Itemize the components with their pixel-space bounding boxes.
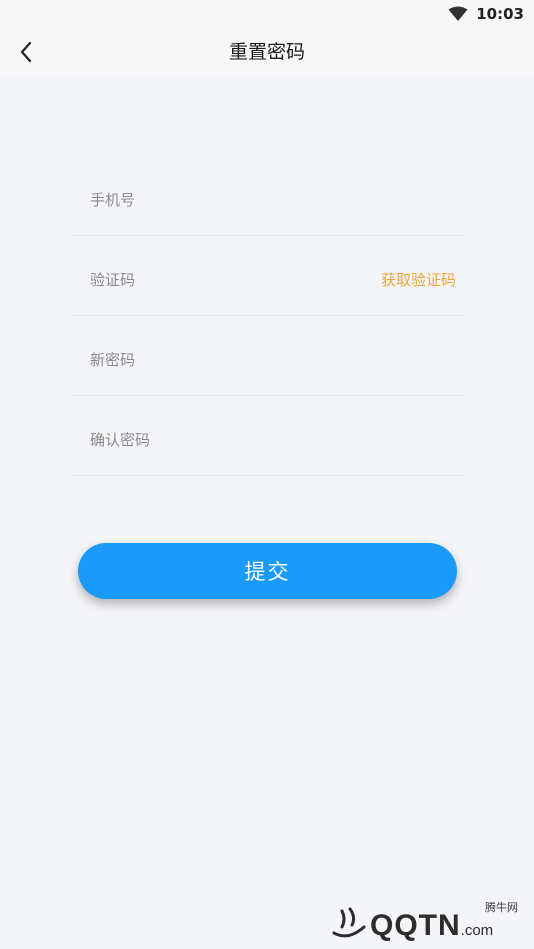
verification-code-input[interactable]: [90, 264, 350, 296]
watermark-brand: QQTN.com: [370, 911, 493, 946]
get-code-button[interactable]: 获取验证码: [381, 264, 456, 296]
new-password-row: [70, 316, 464, 396]
confirm-password-row: [70, 396, 464, 476]
confirm-password-input[interactable]: [90, 424, 350, 456]
phone-row: [70, 156, 464, 236]
code-row: 获取验证码: [70, 236, 464, 316]
new-password-input[interactable]: [90, 344, 350, 376]
watermark-brand-name: QQTN: [370, 909, 461, 942]
nav-bar: 重置密码: [0, 28, 534, 76]
reset-password-form: 获取验证码: [70, 156, 464, 476]
watermark-suffix: .com: [460, 922, 494, 939]
watermark: 腾牛网 QQTN.com: [328, 897, 528, 943]
status-time: 10:03: [476, 5, 524, 23]
qqtn-logo-icon: [332, 907, 366, 938]
page-title: 重置密码: [228, 41, 305, 63]
submit-button[interactable]: 提交: [78, 543, 457, 599]
status-bar: 10:03: [0, 0, 534, 28]
phone-input[interactable]: [90, 184, 350, 216]
wifi-icon: [448, 6, 468, 21]
status-right: 10:03: [448, 4, 524, 24]
